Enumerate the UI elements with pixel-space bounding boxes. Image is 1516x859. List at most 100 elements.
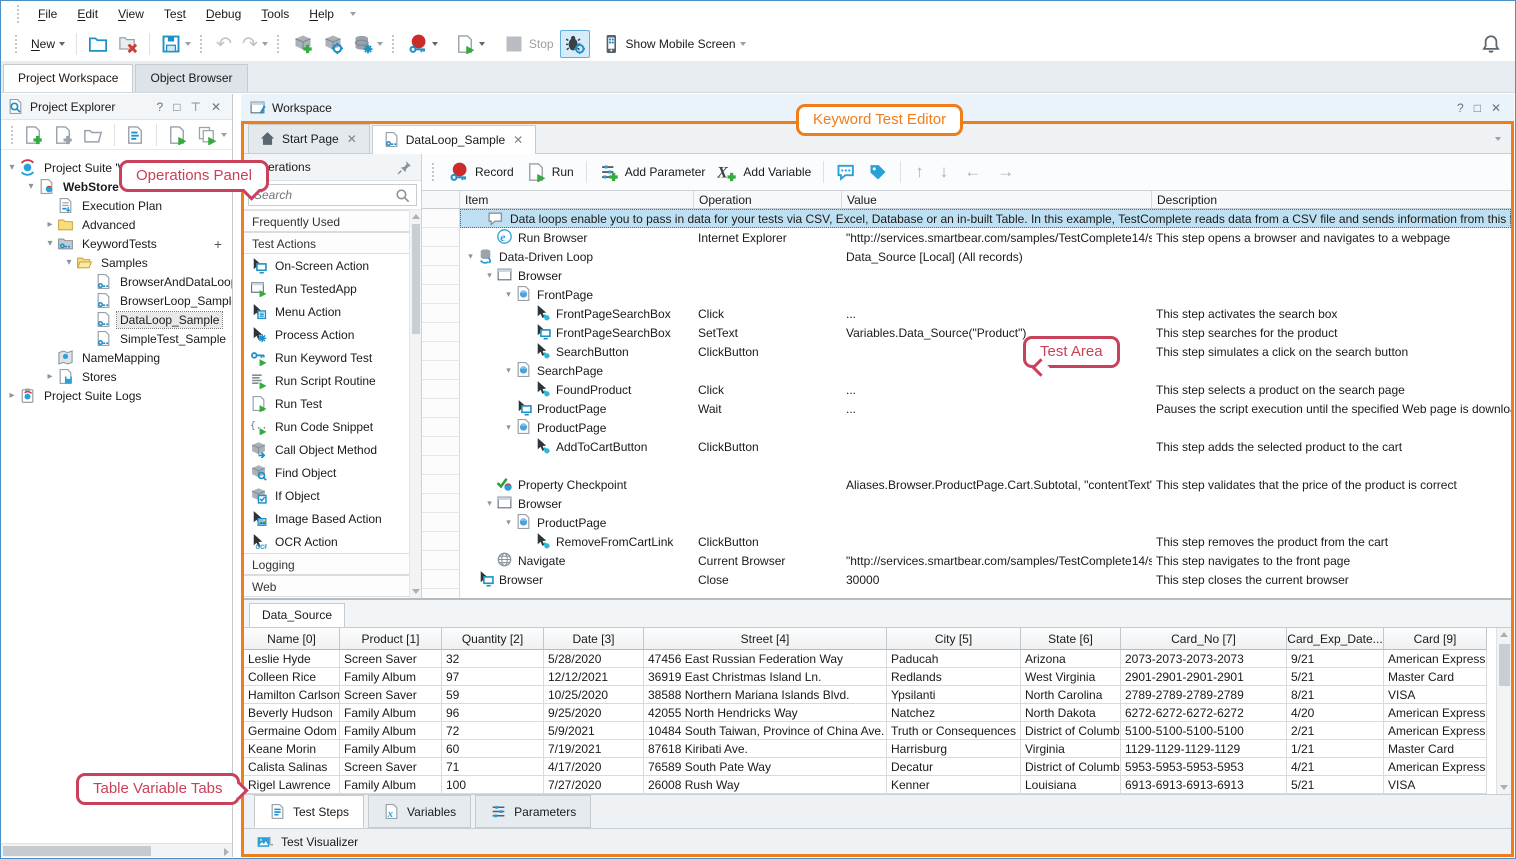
- stop-button[interactable]: Stop: [500, 31, 558, 57]
- chevron-down-icon[interactable]: ▾: [43, 238, 57, 249]
- tree-item-project-suite-logs[interactable]: ▸Project Suite Logs: [1, 386, 232, 405]
- ds-cell[interactable]: 2073-2073-2073-2073: [1121, 650, 1287, 668]
- ds-cell[interactable]: 32: [442, 650, 544, 668]
- ds-cell[interactable]: 4/21: [1287, 758, 1384, 776]
- add-new-item-button[interactable]: [19, 122, 47, 148]
- move-down-button[interactable]: ↓: [932, 162, 957, 182]
- ds-cell[interactable]: Screen Saver: [340, 650, 442, 668]
- chevron-right-icon[interactable]: ▸: [5, 390, 19, 401]
- ds-cell[interactable]: 60: [442, 740, 544, 758]
- chevron-down-icon[interactable]: ▾: [502, 422, 515, 433]
- test-step-row[interactable]: ProductPageWait...Pauses the script exec…: [422, 399, 1511, 418]
- save-button[interactable]: [157, 31, 195, 57]
- record-test-button[interactable]: [404, 31, 442, 57]
- ds-cell[interactable]: 38588 Northern Mariana Islands Blvd.: [644, 686, 887, 704]
- ds-cell[interactable]: Leslie Hyde: [244, 650, 340, 668]
- chevron-down-icon[interactable]: ▾: [483, 498, 496, 509]
- test-step-comment-row[interactable]: Data loops enable you to pass in data fo…: [422, 209, 1511, 228]
- ds-cell[interactable]: 10/25/2020: [544, 686, 644, 704]
- run-button[interactable]: Run: [520, 158, 580, 186]
- scroll-right-arrow[interactable]: [224, 848, 229, 856]
- tab-test-steps[interactable]: Test Steps: [254, 795, 364, 828]
- ds-cell[interactable]: Screen Saver: [340, 758, 442, 776]
- help-icon[interactable]: ?: [1452, 101, 1469, 115]
- ds-cell[interactable]: Paducah: [887, 650, 1021, 668]
- column-header-item[interactable]: Item: [460, 191, 694, 208]
- operation-run-code-snippet[interactable]: {...}Run Code Snippet: [244, 415, 421, 438]
- ds-cell[interactable]: 5/9/2021: [544, 722, 644, 740]
- run-project-button[interactable]: [163, 122, 191, 148]
- ds-cell[interactable]: Rigel Lawrence: [244, 776, 340, 794]
- ds-cell[interactable]: 97: [442, 668, 544, 686]
- scrollbar-thumb[interactable]: [1499, 644, 1510, 686]
- chevron-down-icon[interactable]: ▾: [502, 289, 515, 300]
- data-generator-button[interactable]: [349, 31, 387, 57]
- close-icon[interactable]: ✕: [206, 100, 226, 114]
- close-file-button[interactable]: [114, 31, 142, 57]
- tab-list-caret[interactable]: [1495, 137, 1501, 141]
- chevron-down-icon[interactable]: ▾: [62, 257, 76, 268]
- ds-cell[interactable]: 87618 Kiribati Ave.: [644, 740, 887, 758]
- ds-cell[interactable]: Colleen Rice: [244, 668, 340, 686]
- chevron-right-icon[interactable]: ▸: [43, 219, 57, 230]
- ds-cell[interactable]: 6272-6272-6272-6272: [1121, 704, 1287, 722]
- add-existing-item-button[interactable]: [49, 122, 77, 148]
- redo-button[interactable]: ↷: [238, 30, 272, 59]
- ds-cell[interactable]: 4/17/2020: [544, 758, 644, 776]
- ds-cell[interactable]: Master Card: [1384, 668, 1487, 686]
- ds-cell[interactable]: Decatur: [887, 758, 1021, 776]
- column-header-description[interactable]: Description: [1152, 191, 1511, 208]
- ds-cell[interactable]: District of Columbia: [1021, 758, 1121, 776]
- tree-item-namemapping[interactable]: NameMapping: [1, 348, 232, 367]
- horizontal-scrollbar[interactable]: [1, 843, 232, 857]
- menu-overflow-caret[interactable]: [350, 12, 356, 16]
- operation-run-script-routine[interactable]: Run Script Routine: [244, 369, 421, 392]
- chevron-down-icon[interactable]: ▾: [24, 181, 38, 192]
- maximize-icon[interactable]: □: [1469, 101, 1486, 115]
- chevron-down-icon[interactable]: ▾: [464, 251, 477, 262]
- operation-call-object-method[interactable]: Call Object Method: [244, 438, 421, 461]
- ds-cell[interactable]: Ypsilanti: [887, 686, 1021, 704]
- test-step-row[interactable]: SearchButtonClickButtonThis step simulat…: [422, 342, 1511, 361]
- ds-cell[interactable]: 72: [442, 722, 544, 740]
- menu-file[interactable]: File: [28, 3, 67, 25]
- menu-tools[interactable]: Tools: [251, 3, 299, 25]
- ds-column-header[interactable]: Card_No [7]: [1121, 628, 1287, 650]
- operations-section-test-actions[interactable]: Test Actions: [244, 232, 421, 254]
- ds-cell[interactable]: American Express: [1384, 650, 1487, 668]
- pin-icon[interactable]: ⊤: [185, 100, 205, 114]
- tree-item-samples[interactable]: ▾Samples: [1, 253, 232, 272]
- ds-cell[interactable]: Master Card: [1384, 740, 1487, 758]
- vertical-scrollbar[interactable]: [409, 210, 421, 598]
- ds-cell[interactable]: 2/21: [1287, 722, 1384, 740]
- ds-cell[interactable]: 2901-2901-2901-2901: [1121, 668, 1287, 686]
- ds-cell[interactable]: District of Columbia: [1021, 722, 1121, 740]
- operation-run-keyword-test[interactable]: Run Keyword Test: [244, 346, 421, 369]
- scroll-up-arrow[interactable]: [1500, 632, 1508, 637]
- ds-cell[interactable]: Louisiana: [1021, 776, 1121, 794]
- add-object-button[interactable]: [289, 31, 317, 57]
- vertical-scrollbar[interactable]: [1496, 628, 1511, 794]
- data-source-row[interactable]: Keane MorinFamily Album607/19/202187618 …: [244, 740, 1496, 758]
- record-button[interactable]: Record: [443, 158, 520, 186]
- ds-cell[interactable]: VISA: [1384, 686, 1487, 704]
- ds-cell[interactable]: American Express: [1384, 722, 1487, 740]
- ds-cell[interactable]: 1129-1129-1129-1129: [1121, 740, 1287, 758]
- column-header-value[interactable]: Value: [842, 191, 1152, 208]
- scrollbar-thumb[interactable]: [412, 224, 420, 334]
- help-icon[interactable]: ?: [152, 100, 169, 114]
- test-step-row[interactable]: ▾SearchPage: [422, 361, 1511, 380]
- test-step-row[interactable]: Property CheckpointAliases.Browser.Produ…: [422, 475, 1511, 494]
- ds-cell[interactable]: 5100-5100-5100-5100: [1121, 722, 1287, 740]
- run-project-suite-button[interactable]: [193, 122, 231, 148]
- open-item-button[interactable]: [79, 122, 107, 148]
- tree-item-browseranddataloop-s[interactable]: BrowserAndDataLoop_S: [1, 272, 232, 291]
- ds-cell[interactable]: Harrisburg: [887, 740, 1021, 758]
- tab-variables[interactable]: xVariables: [368, 795, 471, 828]
- ds-cell[interactable]: 7/27/2020: [544, 776, 644, 794]
- test-step-row[interactable]: ▾Browser: [422, 494, 1511, 513]
- menu-edit[interactable]: Edit: [67, 3, 108, 25]
- close-icon[interactable]: ✕: [511, 133, 525, 147]
- data-source-row[interactable]: Leslie HydeScreen Saver325/28/202047456 …: [244, 650, 1496, 668]
- ds-cell[interactable]: Keane Morin: [244, 740, 340, 758]
